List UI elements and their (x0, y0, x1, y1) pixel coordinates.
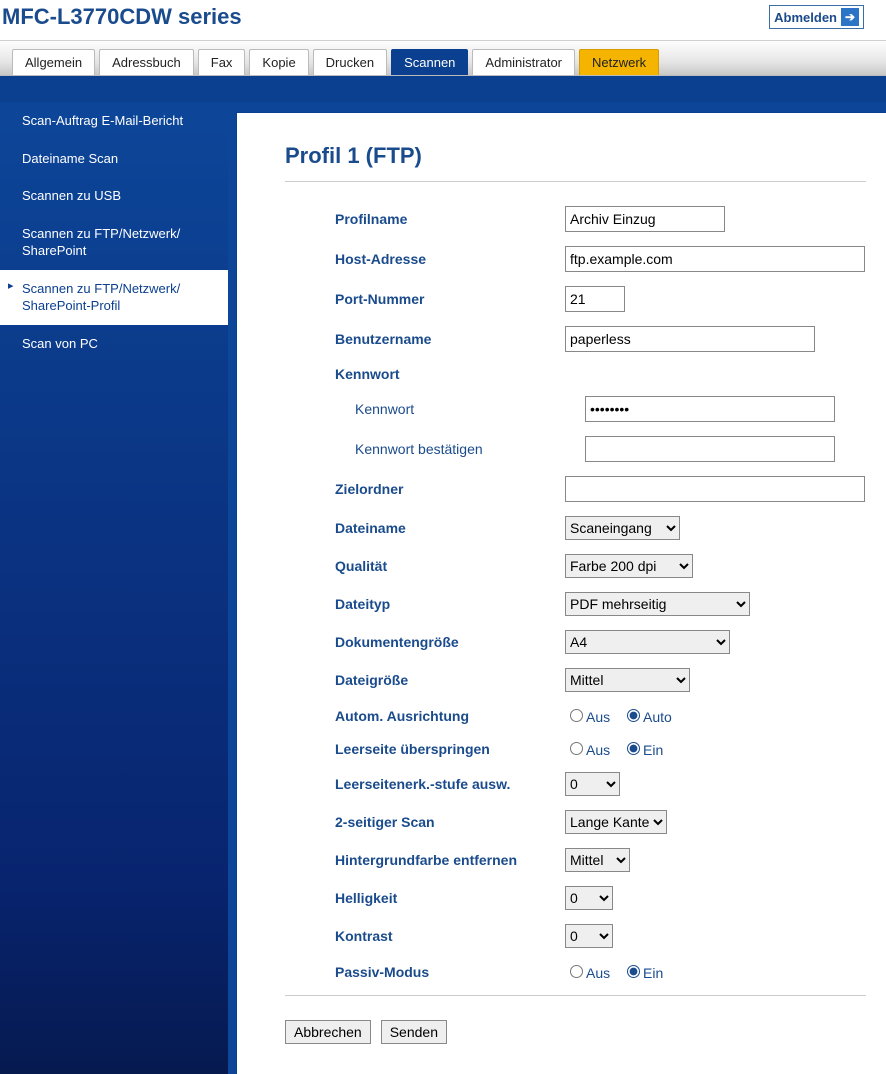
input-port[interactable] (565, 286, 625, 312)
radio-label-aus2: Aus (586, 742, 610, 758)
radio-label-ein: Ein (643, 742, 663, 758)
tab-kopie[interactable]: Kopie (249, 49, 308, 75)
tab-fax[interactable]: Fax (198, 49, 246, 75)
select-contrast[interactable]: 0 (565, 924, 613, 948)
label-blank-level: Leerseitenerk.-stufe ausw. (335, 776, 565, 792)
sidebar-item-scan-ftp-profile[interactable]: Scannen zu FTP/Netzwerk/ SharePoint-Prof… (0, 270, 228, 325)
label-brightness: Helligkeit (335, 890, 565, 906)
select-quality[interactable]: Farbe 200 dpi (565, 554, 693, 578)
label-folder: Zielordner (335, 481, 565, 497)
label-filetype: Dateityp (335, 596, 565, 612)
label-duplex: 2-seitiger Scan (335, 814, 565, 830)
input-user[interactable] (565, 326, 815, 352)
label-profilname: Profilname (335, 211, 565, 227)
select-duplex[interactable]: Lange Kante (565, 810, 667, 834)
radio-passive-ein[interactable] (627, 965, 640, 978)
select-filesize[interactable]: Mittel (565, 668, 690, 692)
label-quality: Qualität (335, 558, 565, 574)
label-filesize: Dateigröße (335, 672, 565, 688)
label-filename: Dateiname (335, 520, 565, 536)
input-profilname[interactable] (565, 206, 725, 232)
title-divider (285, 181, 866, 182)
label-user: Benutzername (335, 331, 565, 347)
label-password-confirm: Kennwort bestätigen (335, 441, 585, 457)
tab-drucken[interactable]: Drucken (313, 49, 387, 75)
tab-administrator[interactable]: Administrator (472, 49, 575, 75)
cancel-button[interactable]: Abbrechen (285, 1020, 371, 1044)
radio-auto-orient-aus[interactable] (570, 709, 583, 722)
input-password-confirm[interactable] (585, 436, 835, 462)
select-filename[interactable]: Scaneingang (565, 516, 680, 540)
radio-skip-blank-aus[interactable] (570, 742, 583, 755)
input-folder[interactable] (565, 476, 865, 502)
submit-button[interactable]: Senden (381, 1020, 447, 1044)
label-port: Port-Nummer (335, 291, 565, 307)
radio-label-auto: Auto (643, 709, 672, 725)
label-bg-remove: Hintergrundfarbe entfernen (335, 852, 565, 868)
label-password: Kennwort (335, 401, 585, 417)
radio-label-aus3: Aus (586, 965, 610, 981)
label-password-section: Kennwort (335, 366, 565, 382)
tab-scannen[interactable]: Scannen (391, 49, 468, 75)
header-strip (0, 76, 886, 102)
tab-allgemein[interactable]: Allgemein (12, 49, 95, 75)
select-filetype[interactable]: PDF mehrseitig (565, 592, 750, 616)
label-host: Host-Adresse (335, 251, 565, 267)
radio-label-aus: Aus (586, 709, 610, 725)
logout-arrow-icon: ➔ (841, 8, 859, 26)
sidebar-item-scan-report[interactable]: Scan-Auftrag E-Mail-Bericht (0, 102, 228, 140)
select-docsize[interactable]: A4 (565, 630, 730, 654)
device-title: MFC-L3770CDW series (2, 4, 242, 30)
page-title: Profil 1 (FTP) (285, 143, 866, 169)
sidebar: Scan-Auftrag E-Mail-Bericht Dateiname Sc… (0, 102, 228, 1074)
sidebar-item-scan-usb[interactable]: Scannen zu USB (0, 177, 228, 215)
logout-button[interactable]: Abmelden ➔ (769, 5, 864, 29)
sidebar-item-scan-ftp[interactable]: Scannen zu FTP/Netzwerk/ SharePoint (0, 215, 228, 270)
label-docsize: Dokumentengröße (335, 634, 565, 650)
select-blank-level[interactable]: 0 (565, 772, 620, 796)
form-divider (285, 995, 866, 996)
select-brightness[interactable]: 0 (565, 886, 613, 910)
radio-skip-blank-ein[interactable] (627, 742, 640, 755)
select-bg-remove[interactable]: Mittel (565, 848, 630, 872)
label-passive: Passiv-Modus (335, 964, 565, 980)
radio-label-ein2: Ein (643, 965, 663, 981)
label-skip-blank: Leerseite überspringen (335, 741, 565, 757)
sidebar-item-filename[interactable]: Dateiname Scan (0, 140, 228, 178)
input-host[interactable] (565, 246, 865, 272)
radio-auto-orient-auto[interactable] (627, 709, 640, 722)
tab-netzwerk[interactable]: Netzwerk (579, 49, 659, 75)
sidebar-item-scan-pc[interactable]: Scan von PC (0, 325, 228, 363)
main-tabbar: Allgemein Adressbuch Fax Kopie Drucken S… (0, 41, 886, 76)
tab-adressbuch[interactable]: Adressbuch (99, 49, 194, 75)
label-contrast: Kontrast (335, 928, 565, 944)
input-password[interactable] (585, 396, 835, 422)
label-auto-orient: Autom. Ausrichtung (335, 708, 565, 724)
radio-passive-aus[interactable] (570, 965, 583, 978)
logout-label: Abmelden (774, 10, 837, 25)
